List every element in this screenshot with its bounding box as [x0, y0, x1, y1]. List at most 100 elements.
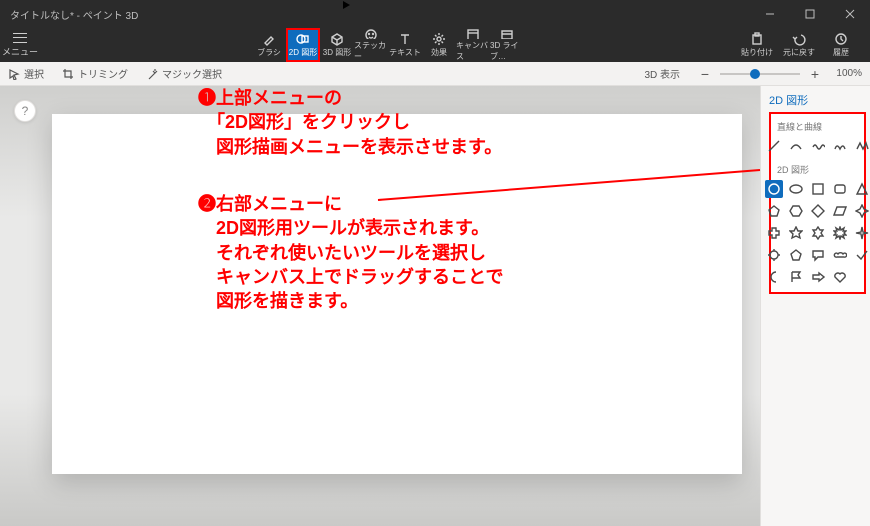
lines-grid — [773, 137, 862, 155]
shape-burst[interactable] — [831, 224, 849, 242]
select-tool[interactable]: 選択 — [8, 66, 44, 81]
shape-arc[interactable] — [787, 137, 805, 155]
check-icon — [855, 248, 869, 262]
gear-icon — [767, 248, 781, 262]
shape-flag[interactable] — [787, 268, 805, 286]
maximize-button[interactable] — [790, 0, 830, 28]
help-button[interactable]: ? — [14, 100, 36, 122]
magic-select-tool[interactable]: マジック選択 — [146, 66, 222, 81]
shape-line-diag[interactable] — [765, 137, 783, 155]
shape-tri-curve[interactable] — [831, 137, 849, 155]
menu-label: メニュー — [2, 45, 38, 58]
shape-oval[interactable] — [787, 180, 805, 198]
shape-sparkle[interactable] — [853, 224, 870, 242]
shapes-grid — [773, 180, 862, 286]
burst-icon — [833, 226, 847, 240]
tool-text[interactable]: テキスト — [388, 28, 422, 62]
tool-sticker[interactable]: ステッカー — [354, 28, 388, 62]
arc-icon — [789, 139, 803, 153]
shape-gear[interactable] — [765, 246, 783, 264]
tool-3d-shape[interactable]: 3D 図形 — [320, 28, 354, 62]
shape-hexagon[interactable] — [787, 202, 805, 220]
shape-heart[interactable] — [831, 268, 849, 286]
pentagon-icon — [767, 204, 781, 218]
tool-canvas[interactable]: キャンバス — [456, 28, 490, 62]
star4-icon — [855, 204, 869, 218]
pentagon2-icon — [789, 248, 803, 262]
shape-cloud[interactable] — [831, 246, 849, 264]
canvas[interactable] — [52, 114, 742, 474]
shape-speech[interactable] — [809, 246, 827, 264]
zoom-in-button[interactable]: + — [808, 67, 822, 81]
shape-moon[interactable] — [765, 268, 783, 286]
shape3d-icon — [330, 32, 344, 46]
paste-icon — [750, 32, 764, 46]
heart-icon — [833, 270, 847, 284]
hexagon-icon — [789, 204, 803, 218]
star5-icon — [789, 226, 803, 240]
shape-polyline[interactable] — [853, 137, 870, 155]
menu-button[interactable]: メニュー — [0, 28, 40, 62]
cursor-icon — [8, 68, 20, 80]
shape-star4[interactable] — [853, 202, 870, 220]
shape-star5[interactable] — [787, 224, 805, 242]
moon-icon — [767, 270, 781, 284]
tool-effect[interactable]: 効果 — [422, 28, 456, 62]
shape-wave[interactable] — [809, 137, 827, 155]
crop-tool[interactable]: トリミング — [62, 66, 128, 81]
tool-3d-library[interactable]: 3D ライブ… — [490, 28, 524, 62]
zoom-thumb[interactable] — [750, 69, 760, 79]
polyline-icon — [855, 139, 869, 153]
undo-icon — [792, 32, 806, 46]
shape-square[interactable] — [809, 180, 827, 198]
shape-triangle[interactable] — [853, 180, 870, 198]
history-icon — [834, 32, 848, 46]
history-button[interactable]: 履歴 — [820, 28, 862, 62]
shape-cross[interactable] — [765, 224, 783, 242]
shape-diamond[interactable] — [809, 202, 827, 220]
shape-arrow-r[interactable] — [809, 268, 827, 286]
workspace: ? — [0, 86, 760, 526]
panel-section-lines-label: 直線と曲線 — [773, 118, 862, 137]
rhombus-icon — [833, 204, 847, 218]
shape-pentagon2[interactable] — [787, 246, 805, 264]
undo-button[interactable]: 元に戻す — [778, 28, 820, 62]
square-icon — [811, 182, 825, 196]
diamond-icon — [811, 204, 825, 218]
tri-curve-icon — [833, 139, 847, 153]
cross-icon — [767, 226, 781, 240]
star6-icon — [811, 226, 825, 240]
sparkle-icon — [855, 226, 869, 240]
side-panel: 2D 図形 直線と曲線 2D 図形 — [760, 86, 870, 526]
zoom-slider[interactable] — [720, 73, 800, 75]
speech-icon — [811, 248, 825, 262]
line-diag-icon — [767, 139, 781, 153]
shape-circle[interactable] — [765, 180, 783, 198]
shape-pentagon[interactable] — [765, 202, 783, 220]
shape-rhombus[interactable] — [831, 202, 849, 220]
minimize-button[interactable] — [750, 0, 790, 28]
tool-2d-shape[interactable]: 2D 図形 — [286, 28, 320, 62]
oval-icon — [789, 182, 803, 196]
shape-star6[interactable] — [809, 224, 827, 242]
shape-rect-round[interactable] — [831, 180, 849, 198]
zoom-control: − + 100% — [698, 67, 862, 81]
zoom-out-button[interactable]: − — [698, 67, 712, 81]
panel-box: 直線と曲線 2D 図形 — [769, 112, 866, 294]
shape-check[interactable] — [853, 246, 870, 264]
zoom-percent: 100% — [830, 68, 862, 79]
hamburger-icon — [13, 33, 27, 43]
close-button[interactable] — [830, 0, 870, 28]
flag-icon — [789, 270, 803, 284]
triangle-icon — [855, 182, 869, 196]
panel-title: 2D 図形 — [769, 90, 866, 112]
rect-round-icon — [833, 182, 847, 196]
paste-button[interactable]: 貼り付け — [736, 28, 778, 62]
panel-section-shapes-label: 2D 図形 — [773, 161, 862, 180]
sticker-icon — [364, 28, 378, 39]
crop-icon — [62, 68, 74, 80]
tool-brush[interactable]: ブラシ — [252, 28, 286, 62]
cloud-icon — [833, 248, 847, 262]
top-toolbar: メニュー ブラシ 2D 図形 3D 図形 ステッカー テキスト 効果 キャンバス… — [0, 28, 870, 62]
ribbon: 選択 トリミング マジック選択 3D 表示 − + 100% — [0, 62, 870, 86]
